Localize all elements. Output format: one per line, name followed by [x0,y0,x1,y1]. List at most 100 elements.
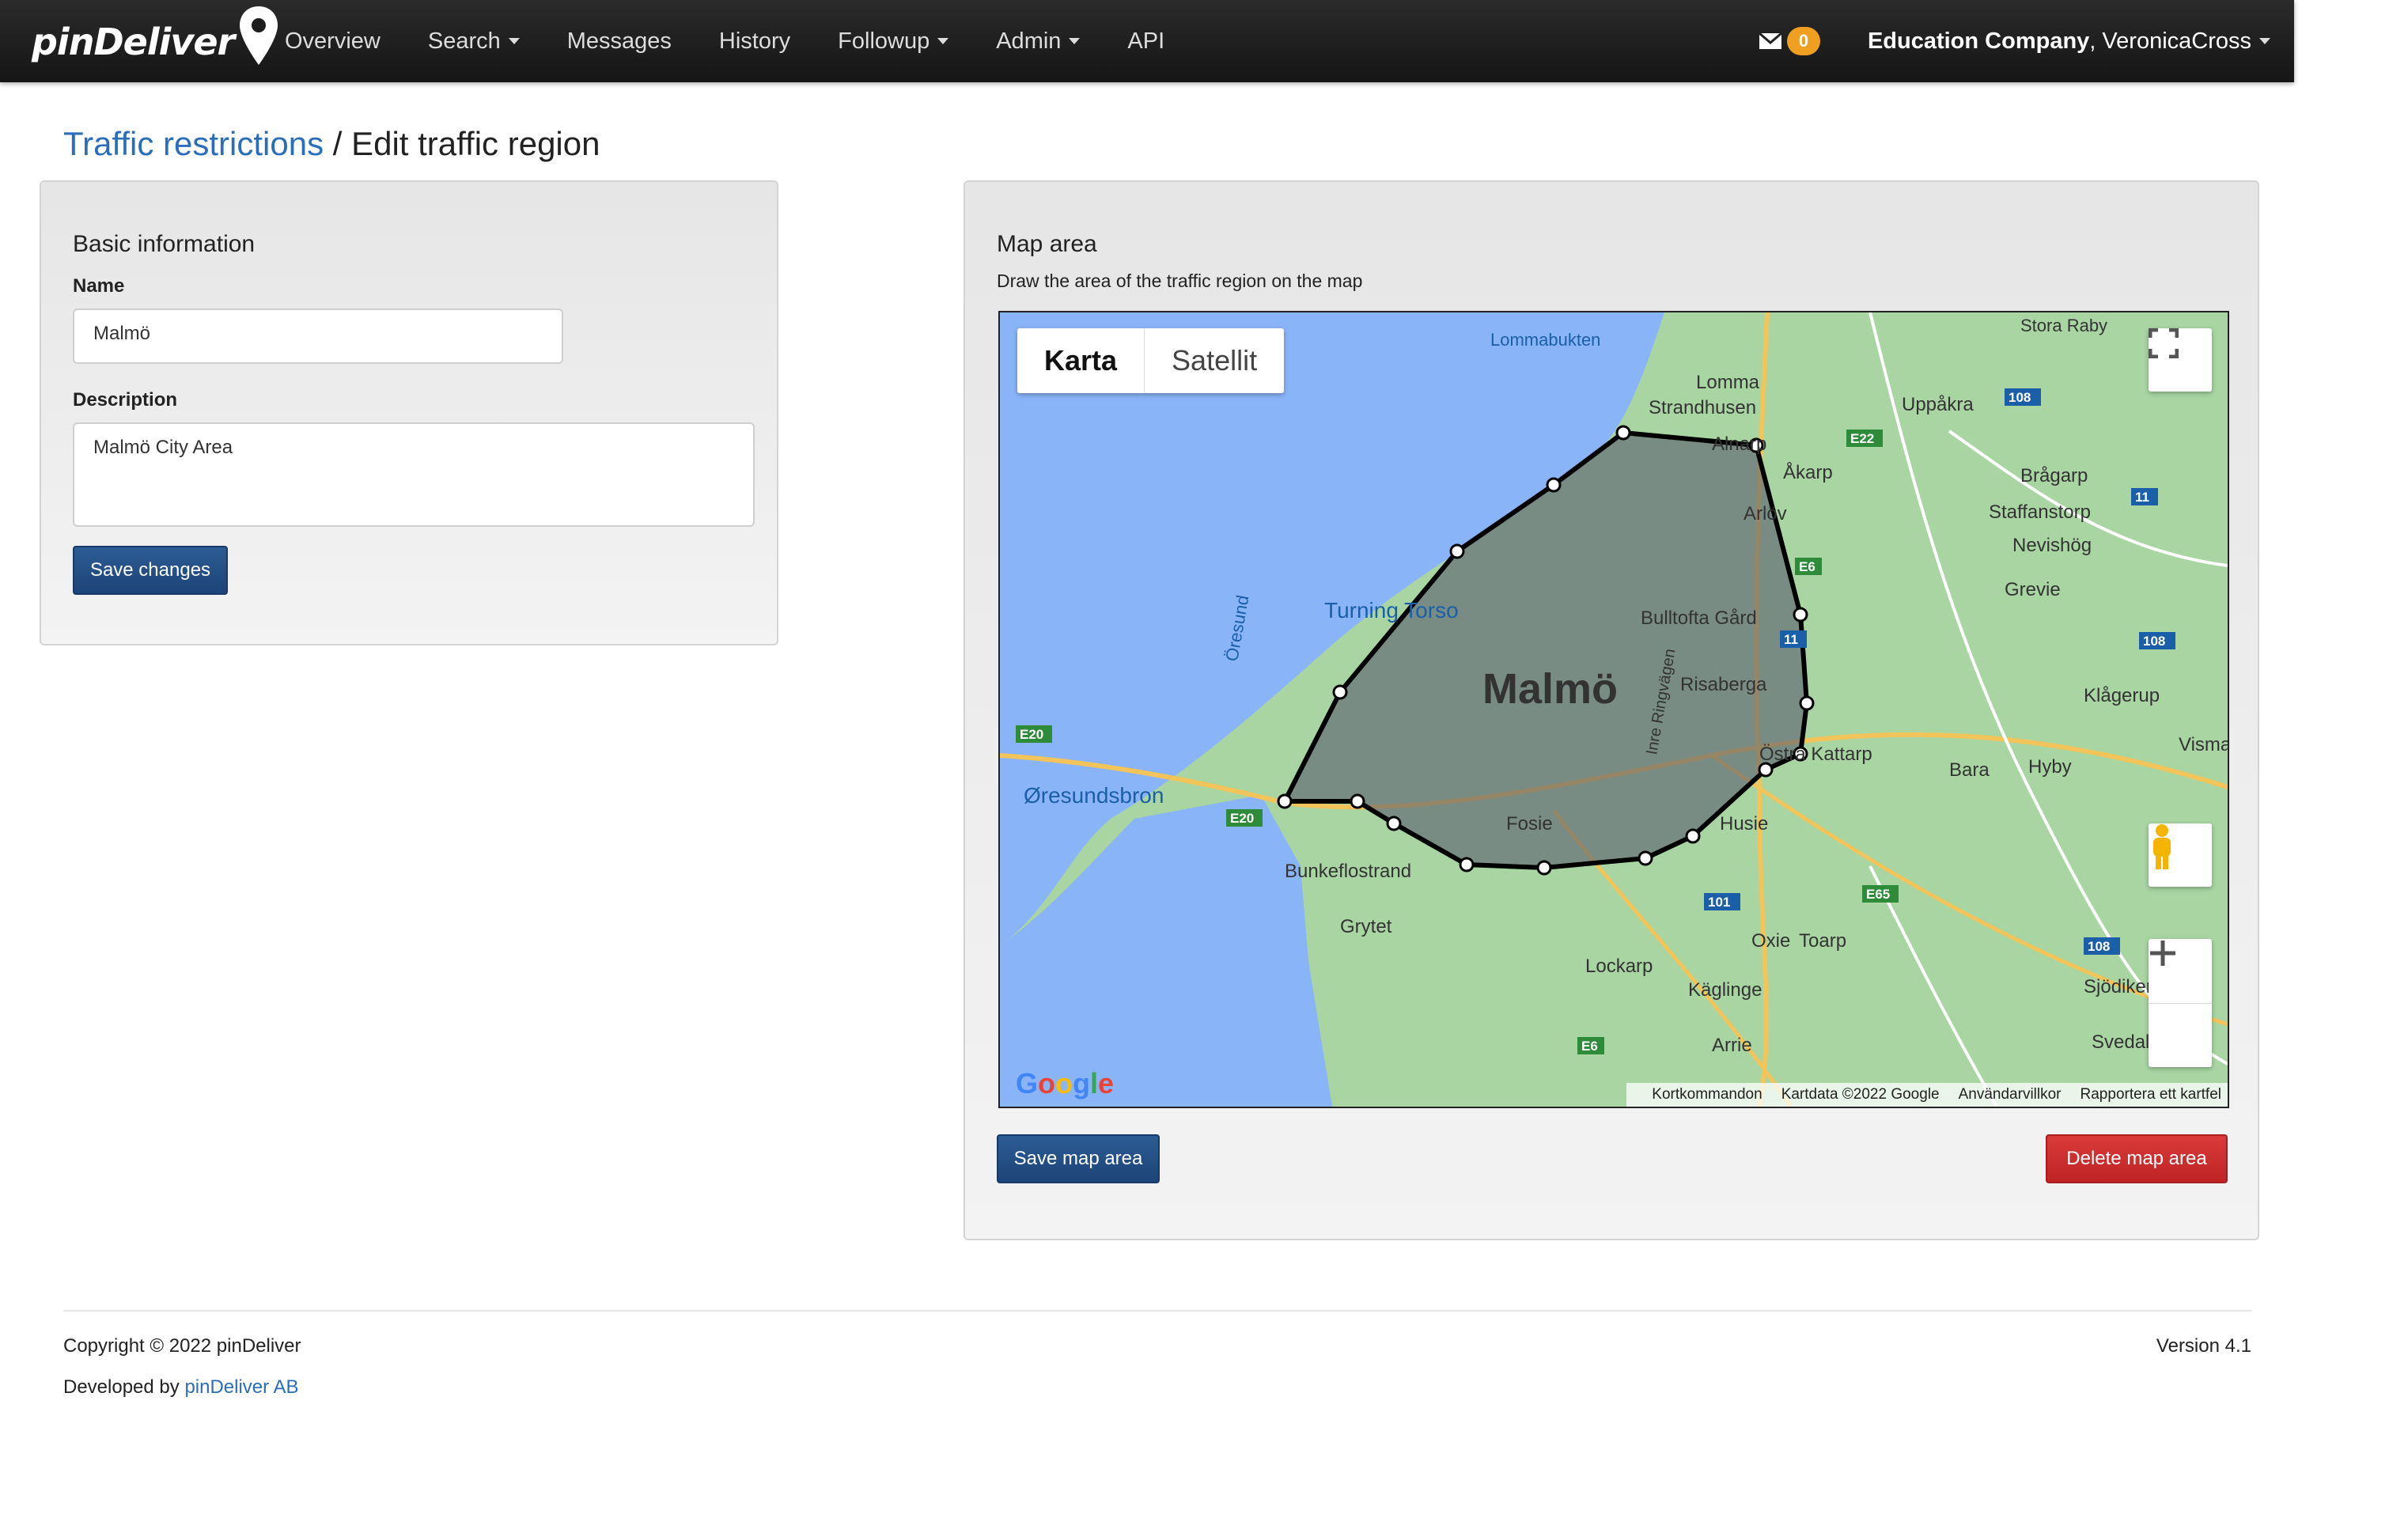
main-menu: Overview Search Messages History Followup Adm… [285,0,1212,82]
nav-item-label: Messages [566,28,672,54]
nav-item-label: API [1127,28,1165,54]
road-shield-label: 108 [2009,390,2031,405]
map-place-label: Husie [1720,813,1768,835]
map-place-label: Käglinge [1688,979,1762,1001]
nav-api[interactable]: API [1127,28,1164,55]
nav-item-label: Admin [996,28,1062,54]
nav-followup[interactable]: Followup [838,28,949,55]
road-shield-label: E20 [1230,811,1254,826]
map-place-label: Bara [1949,759,1990,781]
map-place-label: Alnarp [1712,433,1766,455]
nav-history[interactable]: History [719,28,790,55]
map-helper-text: Draw the area of the traffic region on t… [997,271,1363,291]
nav-overview[interactable]: Overview [285,28,381,55]
map-place-label: Grytet [1340,916,1392,937]
pegman-icon [2153,824,2171,869]
description-label: Description [73,389,178,411]
nav-item-label: Followup [838,28,930,54]
description-textarea[interactable]: Malmö City Area [73,422,755,527]
road-shield-label: E20 [1020,727,1043,742]
nav-item-label: Overview [285,28,381,54]
road-shield-label: 108 [2088,939,2110,954]
nav-messages[interactable]: Messages [567,28,672,55]
map-tiles: Lommabukten Lomma Strandhusen Alnarp Åkarp Ar… [1000,312,2228,1107]
street-view-button[interactable] [2149,823,2212,887]
fullscreen-button[interactable] [2149,328,2212,392]
footer-divider [63,1310,2251,1312]
road-shield-label: 11 [2135,490,2149,505]
road-shield-label: E65 [1866,887,1890,902]
map-place-label: Bulltofta Gård [1641,607,1757,629]
user-name: , VeronicaCross [2089,28,2251,54]
map-place-label: Hyby [2028,756,2072,778]
map-pin-icon [240,6,278,65]
map-type-satellit[interactable]: Satellit [1145,328,1284,393]
name-label: Name [73,275,125,297]
brand-name: pinDeliver [32,21,235,63]
map-data-text: Kartdata ©2022 Google [1781,1086,1940,1103]
version-text: Version 4.1 [2156,1335,2251,1357]
save-map-area-button[interactable]: Save map area [997,1134,1160,1183]
google-logo: Google [1016,1067,1115,1100]
breadcrumb-separator: / [324,125,352,162]
map-place-label: Staffanstorp [1989,502,2091,523]
delete-map-area-button[interactable]: Delete map area [2046,1134,2228,1183]
map-canvas[interactable]: Lommabukten Lomma Strandhusen Alnarp Åkarp Ar… [998,311,2229,1108]
developer-credit: Developed by pinDeliver AB [63,1376,299,1399]
message-count-badge: 0 [1786,27,1820,55]
map-place-label: Toarp [1799,930,1846,952]
map-place-label: Grevie [2005,579,2061,600]
basic-information-heading: Basic information [73,231,256,257]
chevron-down-icon [1069,38,1081,44]
messages-indicator[interactable]: 0 [1758,27,1820,55]
map-place-label: Lockarp [1585,956,1653,977]
user-menu[interactable]: Education Company , VeronicaCross [1868,28,2270,55]
map-place-label: Uppåkra [1902,394,1974,415]
map-place-label: Åkarp [1783,461,1833,483]
brand-logo[interactable]: pinDeliver [32,6,280,76]
map-place-label: Lommabukten [1490,330,1600,350]
map-place-label: Visma [2179,734,2228,755]
map-place-label: Arrie [1712,1035,1752,1056]
map-type-switch: Karta Satellit [1017,328,1285,393]
road-shield-label: 101 [1708,895,1730,910]
map-area-heading: Map area [997,231,1097,257]
copyright-text: Copyright © 2022 pinDeliver [63,1335,301,1357]
road-shield-label: E6 [1581,1039,1598,1054]
road-shield-label: 11 [1784,632,1798,647]
breadcrumb-traffic-restrictions[interactable]: Traffic restrictions [63,125,324,162]
map-place-label: Oxie [1751,930,1790,952]
nav-item-label: History [718,28,791,54]
map-place-label: Strandhusen [1649,397,1756,418]
terms-link[interactable]: Användarvillkor [1959,1086,2062,1103]
map-place-label: Øresundsbron [1024,783,1164,808]
map-place-label: Risaberga [1680,674,1767,695]
road-shield-label: E22 [1850,431,1874,446]
top-navbar: pinDeliver Overview Search Messages History… [0,0,2294,82]
zoom-out-button[interactable] [2149,951,2212,1067]
report-map-error-link[interactable]: Rapportera ett kartfel [2080,1086,2221,1103]
road-shield-label: 108 [2143,634,2165,649]
map-place-label: Sjödiken [2084,976,2156,997]
envelope-icon [1758,32,1782,49]
name-input[interactable]: Malmö [73,308,563,364]
save-changes-button[interactable]: Save changes [73,546,228,595]
chevron-down-icon [2259,38,2270,44]
map-place-label: Östra Kattarp [1759,744,1872,765]
developer-link[interactable]: pinDeliver AB [184,1376,298,1398]
minus-icon [2150,951,2175,956]
map-place-label: Nevishög [2012,535,2092,556]
map-type-karta[interactable]: Karta [1017,328,1145,393]
map-place-label: Fosie [1506,813,1553,835]
developed-by-text: Developed by [63,1376,185,1398]
nav-search[interactable]: Search [428,28,520,55]
map-place-label: Hököpinge [1506,1106,1597,1107]
keyboard-shortcuts-link[interactable]: Kortkommandon [1652,1086,1762,1103]
nav-admin[interactable]: Admin [996,28,1081,55]
map-place-label: Lomma [1696,372,1760,393]
fullscreen-icon [2149,328,2179,358]
chevron-down-icon [937,38,949,44]
page-title: Traffic restrictions / Edit traffic regi… [63,125,600,163]
map-attribution: Kortkommandon Kartdata ©2022 Google Anvä… [1626,1083,2228,1107]
road-shield-label: E6 [1799,559,1815,574]
